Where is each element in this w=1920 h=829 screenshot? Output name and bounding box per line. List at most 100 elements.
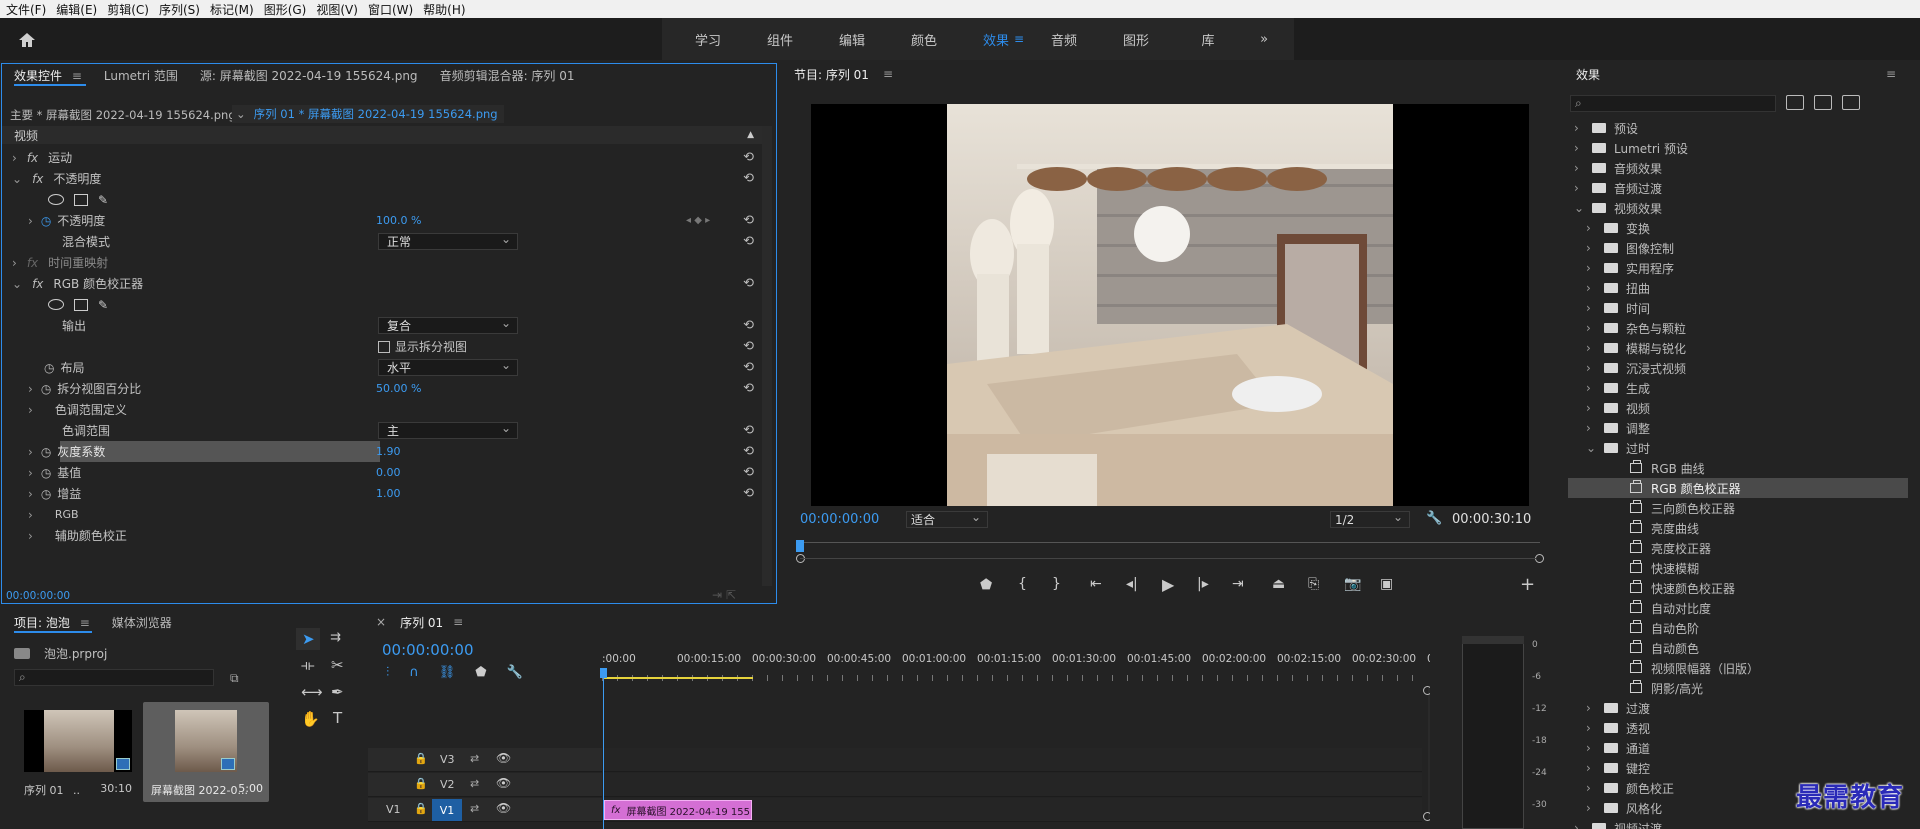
tonal-range-dropdown[interactable]: 主	[378, 421, 518, 439]
go-to-in-icon[interactable]: ⇤	[1090, 576, 1102, 592]
reset-icon[interactable]: ⟲	[743, 276, 754, 291]
blend-mode-dropdown[interactable]: 正常	[378, 232, 518, 250]
show-split-checkbox[interactable]	[378, 340, 390, 353]
effects-tree-item[interactable]: 三向颜色校正器	[1568, 498, 1908, 518]
timeline-title[interactable]: 序列 01	[400, 614, 443, 631]
play-icon[interactable]: ▶	[1162, 575, 1174, 594]
timeline-settings-icon[interactable]: 🔧	[507, 665, 523, 680]
output-dropdown[interactable]: 复合	[378, 316, 518, 334]
split-percent-row[interactable]: › ◷ 拆分视图百分比 50.00 % ⟲	[2, 378, 762, 399]
timeline-clip[interactable]: fx 屏幕截图 2022-04-19 155	[604, 800, 752, 820]
program-title[interactable]: 节目: 序列 01	[794, 66, 869, 83]
effects-tree-item[interactable]: 亮度曲线	[1568, 518, 1908, 538]
stopwatch-icon[interactable]: ◷	[41, 382, 51, 396]
split-value[interactable]: 50.00 %	[376, 382, 421, 395]
chevron-right-icon[interactable]: ›	[1586, 261, 1598, 275]
workspace-tab[interactable]: 编辑	[816, 30, 888, 49]
rectangle-mask-icon[interactable]	[74, 193, 88, 206]
stopwatch-icon[interactable]: ◷	[41, 445, 51, 459]
panel-menu-icon[interactable]: ≡	[883, 67, 893, 81]
eye-icon[interactable]: 👁	[496, 801, 511, 815]
lift-icon[interactable]: ⏏	[1272, 576, 1285, 592]
effects-tree-item[interactable]: 自动颜色	[1568, 638, 1908, 658]
rgb-row[interactable]: › RGB	[2, 504, 762, 525]
track-header-v3[interactable]: 🔒 V3 ⇄ 👁	[368, 748, 602, 772]
reset-icon[interactable]: ⟲	[743, 213, 754, 228]
chevron-down-icon[interactable]: ⌄	[1586, 441, 1598, 455]
chevron-right-icon[interactable]: ›	[1586, 421, 1598, 435]
effects-tree-item[interactable]: › 调整	[1568, 418, 1908, 438]
reset-icon[interactable]: ⟲	[743, 360, 754, 375]
export-frame-icon[interactable]: 📷	[1344, 576, 1361, 592]
chevron-right-icon[interactable]: ›	[1586, 801, 1598, 815]
pedestal-row[interactable]: › ◷ 基值 0.00 ⟲	[2, 462, 762, 483]
nest-icon[interactable]: ⫶	[386, 665, 389, 680]
chevron-right-icon[interactable]: ›	[1586, 321, 1598, 335]
track-header-v1[interactable]: V1 🔒 V1 ⇄ 👁	[368, 798, 602, 822]
effects-tree-item[interactable]: 自动色阶	[1568, 618, 1908, 638]
project-item-sequence[interactable]: 序列 01 .. 30:10	[16, 702, 136, 802]
ec-timecode[interactable]: 00:00:00:00	[6, 590, 70, 602]
track-select-tool-icon[interactable]: ⇉	[330, 630, 341, 645]
sync-icon[interactable]: ⇄	[470, 802, 479, 815]
reset-icon[interactable]: ⟲	[743, 234, 754, 249]
track-header-v2[interactable]: 🔒 V2 ⇄ 👁	[368, 773, 602, 797]
opacity-row[interactable]: ⌄ fx 不透明度 ⟲	[2, 168, 762, 189]
tonal-def-row[interactable]: › 色调范围定义	[2, 399, 762, 420]
effects-tree-item[interactable]: › 时间	[1568, 298, 1908, 318]
workspace-tab[interactable]: 音频	[1028, 30, 1100, 49]
type-tool-icon[interactable]: T	[333, 709, 342, 727]
lock-icon[interactable]: 🔒	[414, 752, 428, 765]
ec-scrollbar[interactable]	[762, 126, 772, 586]
work-area-bar[interactable]	[603, 677, 753, 679]
track-target-v1[interactable]: V1	[432, 799, 462, 821]
chevron-right-icon[interactable]: ›	[1586, 781, 1598, 795]
effects-tree-item[interactable]: › 沉浸式视频	[1568, 358, 1908, 378]
pen-mask-icon[interactable]: ✎	[98, 193, 108, 207]
stopwatch-icon[interactable]: ◷	[41, 466, 51, 480]
extract-icon[interactable]: ⎘	[1308, 576, 1319, 592]
keyframe-nav[interactable]: ◂ ◆ ▸	[686, 215, 710, 226]
reset-icon[interactable]: ⟲	[743, 339, 754, 354]
chevron-right-icon[interactable]: ›	[1586, 361, 1598, 375]
effects-tree-item[interactable]: › 音频效果	[1568, 158, 1908, 178]
chevron-right-icon[interactable]: ›	[1586, 761, 1598, 775]
gain-row[interactable]: › ◷ 增益 1.00 ⟲	[2, 483, 762, 504]
gamma-row[interactable]: › ◷ 灰度系数 1.90 ⟲	[2, 441, 762, 462]
chevron-right-icon[interactable]: ›	[1586, 341, 1598, 355]
pen-mask-icon[interactable]: ✎	[98, 298, 108, 312]
effects-tree-item[interactable]: 阴影/高光	[1568, 678, 1908, 698]
stopwatch-icon[interactable]: ◷	[41, 214, 51, 228]
effects-tree-item[interactable]: › 杂色与颗粒	[1568, 318, 1908, 338]
razor-tool-icon[interactable]: ✂	[331, 656, 344, 674]
track-lane-v2[interactable]	[604, 773, 1422, 797]
program-playhead[interactable]	[796, 540, 804, 552]
reset-icon[interactable]: ⟲	[743, 465, 754, 480]
effects-tree-item[interactable]: › 音频过渡	[1568, 178, 1908, 198]
effects-tree-item[interactable]: ⌄ 视频效果	[1568, 198, 1908, 218]
chevron-right-icon[interactable]: ›	[1574, 821, 1586, 829]
chevron-down-icon[interactable]: ⌄	[1574, 201, 1586, 215]
effects-tree-item[interactable]: RGB 颜色校正器	[1568, 478, 1908, 498]
eye-icon[interactable]: 👁	[496, 776, 511, 790]
fit-dropdown[interactable]: 适合 ⌄	[906, 510, 988, 528]
sync-icon[interactable]: ⇄	[470, 777, 479, 790]
hand-tool-icon[interactable]: ✋	[301, 710, 320, 728]
pedestal-value[interactable]: 0.00	[376, 466, 401, 479]
add-button-icon[interactable]: +	[1520, 574, 1535, 595]
effects-tree-item[interactable]: › 过渡	[1568, 698, 1908, 718]
effects-tree-item[interactable]: › 实用程序	[1568, 258, 1908, 278]
step-forward-icon[interactable]: |▸	[1197, 576, 1209, 592]
reset-icon[interactable]: ⟲	[743, 150, 754, 165]
panel-menu-icon[interactable]: ≡	[453, 615, 463, 629]
effects-tree-item[interactable]: › 扭曲	[1568, 278, 1908, 298]
timeline-timecode[interactable]: 00:00:00:00	[382, 641, 474, 659]
effects-tree-item[interactable]: › 视频	[1568, 398, 1908, 418]
secondary-cc-row[interactable]: › 辅助颜色校正	[2, 525, 762, 546]
zoom-bar[interactable]	[800, 558, 1536, 559]
go-to-out-icon[interactable]: ⇥	[1232, 576, 1244, 592]
panel-menu-icon[interactable]: ≡	[1886, 67, 1896, 81]
chevron-right-icon[interactable]: ›	[1586, 241, 1598, 255]
chevron-right-icon[interactable]: ›	[1574, 161, 1586, 175]
project-item-image[interactable]: 屏幕截图 2022-0... 5:00	[143, 702, 269, 802]
